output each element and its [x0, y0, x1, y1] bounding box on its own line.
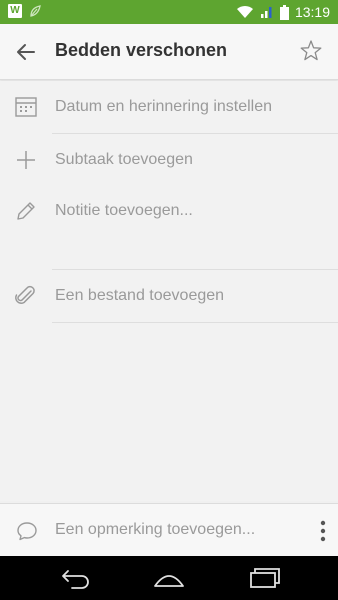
add-file-label: Een bestand toevoegen: [55, 287, 225, 304]
task-detail-content: Datum en herinnering instellen Subtaak t…: [0, 81, 338, 501]
add-subtask-label: Subtaak toevoegen: [55, 151, 193, 168]
pencil-icon: [17, 202, 35, 220]
add-subtask-row[interactable]: Subtaak toevoegen: [0, 134, 338, 186]
wunderlist-notification-icon: W: [8, 4, 22, 18]
back-arrow-icon[interactable]: [12, 38, 40, 66]
plus-icon: [17, 151, 35, 169]
add-note-row[interactable]: Notitie toevoegen...: [0, 187, 338, 269]
system-navigation-bar: [0, 556, 338, 600]
task-detail-header: Bedden verschonen: [0, 24, 338, 80]
comment-input[interactable]: Een opmerking toevoegen...: [55, 521, 255, 539]
status-time: 13:19: [294, 4, 330, 20]
nav-back-icon[interactable]: [54, 564, 94, 592]
star-icon[interactable]: [298, 38, 324, 64]
paperclip-icon: [15, 285, 35, 304]
task-title[interactable]: Bedden verschonen: [55, 40, 227, 61]
set-due-date-label: Datum en herinnering instellen: [55, 98, 273, 115]
leaf-notification-icon: [30, 5, 41, 17]
wifi-icon: [236, 5, 253, 18]
add-note-label: Notitie toevoegen...: [55, 202, 193, 219]
more-vert-icon[interactable]: [316, 518, 330, 544]
add-file-row[interactable]: Een bestand toevoegen: [0, 270, 338, 322]
comment-bar: Een opmerking toevoegen...: [0, 503, 338, 556]
status-bar: W 13:19: [0, 0, 338, 24]
nav-recents-icon[interactable]: [244, 564, 284, 592]
set-due-date-row[interactable]: Datum en herinnering instellen: [0, 81, 338, 133]
nav-home-icon[interactable]: [149, 564, 189, 592]
divider: [52, 322, 338, 323]
calendar-icon: [15, 97, 37, 117]
comment-icon: [17, 522, 37, 541]
battery-icon: [279, 4, 289, 20]
cell-signal-icon: [260, 7, 272, 18]
